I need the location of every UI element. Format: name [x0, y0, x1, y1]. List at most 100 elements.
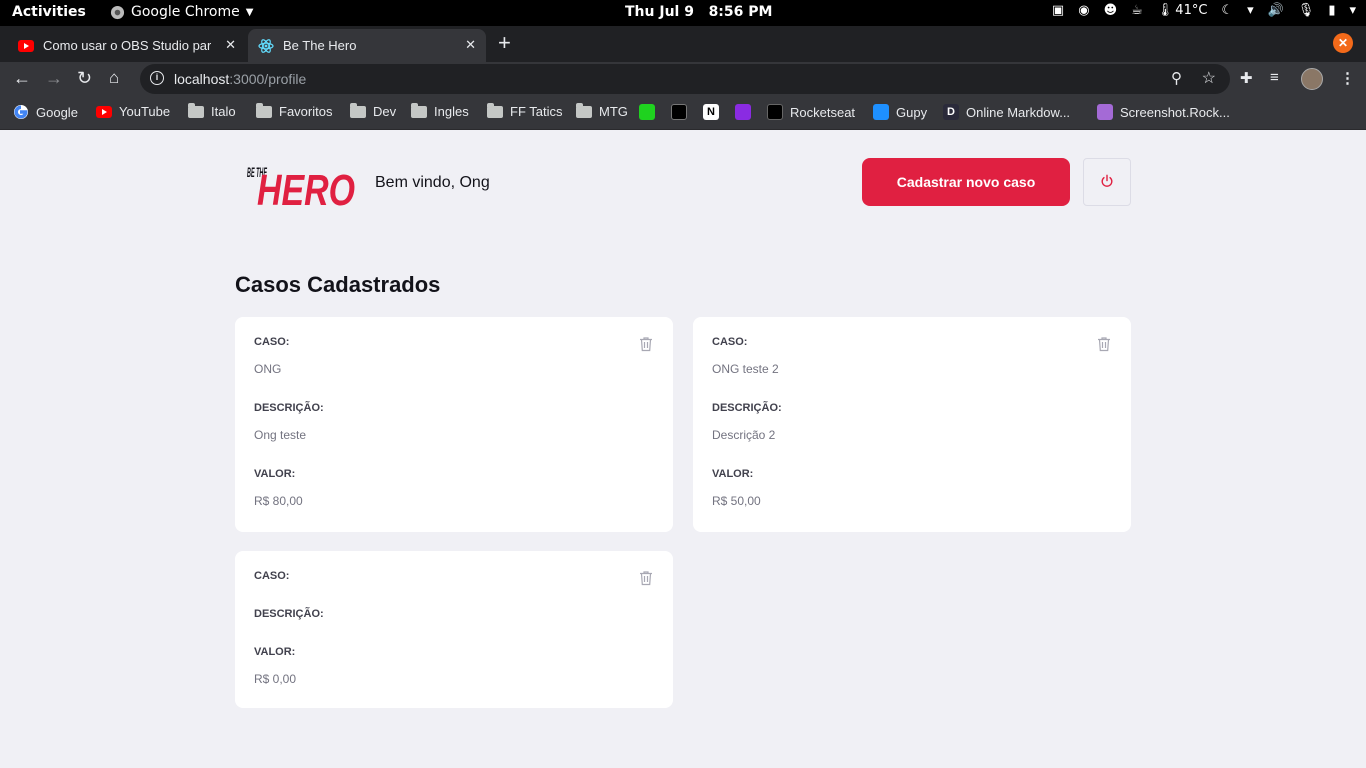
purple-app-icon	[735, 104, 751, 120]
bookmark-gupy[interactable]: Gupy	[873, 104, 927, 120]
app-page: BE THE HERO Bem vindo, Ong Cadastrar nov…	[0, 131, 1366, 768]
forward-button[interactable]: →	[45, 68, 63, 89]
value-label: VALOR:	[712, 468, 754, 480]
microphone-icon[interactable]: 🎙	[1298, 3, 1315, 18]
new-tab-button[interactable]: +	[498, 30, 511, 56]
bookmark-terminal[interactable]	[671, 104, 687, 120]
case-description: Ong teste	[254, 428, 307, 442]
bookmark-rocketseat[interactable]: Rocketseat	[767, 104, 855, 120]
window-close-button[interactable]: ✕	[1333, 33, 1353, 53]
page-title: Casos Cadastrados	[235, 272, 441, 297]
home-button[interactable]: ⌂	[109, 68, 119, 88]
value-label: VALOR:	[254, 468, 296, 480]
url-text[interactable]: localhost:3000/profile	[174, 71, 306, 87]
case-card: CASO: ONG DESCRIÇÃO: Ong teste VALOR: R$…	[235, 317, 673, 532]
site-info-icon[interactable]: i	[150, 71, 164, 85]
bookmark-label: Italo	[211, 104, 236, 119]
bookmark-google[interactable]: Google	[13, 104, 78, 120]
case-description: Descrição 2	[712, 428, 776, 442]
bookmark-folder-mtg[interactable]: MTG	[576, 102, 628, 119]
be-the-hero-logo: BE THE HERO	[247, 164, 355, 211]
menu-icon[interactable]: ⋮	[1340, 69, 1355, 87]
case-card: CASO: ONG teste 2 DESCRIÇÃO: Descrição 2…	[693, 317, 1131, 532]
extensions-icon[interactable]: ✚	[1240, 69, 1253, 87]
bookmark-folder-ff-tatics[interactable]: FF Tatics	[487, 102, 563, 119]
folder-icon	[487, 102, 503, 118]
reload-button[interactable]: ↻	[77, 68, 92, 89]
app-menu[interactable]: Google Chrome ▼	[110, 4, 253, 20]
new-case-button[interactable]: Cadastrar novo caso	[862, 158, 1070, 206]
tab-be-the-hero[interactable]: Be The Hero ✕	[248, 29, 486, 62]
bookmark-label: Gupy	[896, 104, 928, 120]
bookmark-folder-dev[interactable]: Dev	[350, 102, 397, 119]
power-menu-icon[interactable]: ▾	[1349, 3, 1356, 18]
back-button[interactable]: ←	[13, 68, 31, 89]
screen-share-icon[interactable]: ▣	[1052, 3, 1064, 18]
volume-icon[interactable]: 🔊	[1268, 3, 1284, 18]
logout-button[interactable]	[1083, 158, 1131, 206]
close-icon[interactable]: ✕	[465, 37, 476, 53]
terminal-icon	[671, 104, 687, 120]
trash-icon[interactable]	[639, 570, 653, 586]
trash-icon[interactable]	[639, 336, 653, 352]
tab-obs-video[interactable]: Como usar o OBS Studio para ✕	[8, 29, 246, 62]
case-card: CASO: DESCRIÇÃO: VALOR: R$ 0,00	[235, 551, 673, 708]
steam-icon[interactable]: ◉	[1078, 3, 1089, 18]
folder-icon	[576, 102, 592, 118]
folder-icon	[188, 102, 204, 118]
youtube-icon	[18, 39, 34, 52]
bookmark-label: Dev	[373, 104, 397, 119]
markdown-icon: D	[943, 104, 959, 120]
bookmark-folder-italo[interactable]: Italo	[188, 102, 236, 119]
bookmark-purple-app[interactable]	[735, 104, 751, 120]
system-tray[interactable]: ▣ ◉ ☻ ☕ 🌡 41°C ☾ ▾ 🔊 🎙 ▮ ▾	[1052, 3, 1356, 18]
caffeine-icon[interactable]: ☕	[1131, 3, 1143, 18]
discord-icon[interactable]: ☻	[1104, 3, 1118, 18]
gupy-icon	[873, 104, 889, 120]
url-path: :3000/profile	[229, 71, 307, 87]
bookmark-folder-favoritos[interactable]: Favoritos	[256, 102, 333, 119]
bookmark-folder-ingles[interactable]: Ingles	[411, 102, 469, 119]
description-label: DESCRIÇÃO:	[254, 402, 324, 414]
browser-toolbar: ← → ↻ ⌂ i localhost:3000/profile ⚲ ☆ ✚ ≡…	[0, 62, 1366, 96]
battery-icon[interactable]: ▮	[1328, 3, 1335, 18]
bookmark-youtube[interactable]: YouTube	[96, 104, 170, 119]
bookmark-label: YouTube	[119, 104, 171, 119]
power-icon	[1101, 174, 1113, 187]
system-top-bar: Activities Google Chrome ▼ Thu Jul 9 8:5…	[0, 0, 1366, 26]
welcome-message: Bem vindo, Ong	[375, 174, 490, 191]
folder-icon	[411, 102, 427, 118]
bookmark-label: Favoritos	[279, 104, 333, 119]
wifi-icon[interactable]: ▾	[1247, 3, 1254, 18]
bookmark-green-app[interactable]	[639, 104, 655, 120]
url-host: localhost	[174, 71, 230, 87]
bookmark-label: Ingles	[434, 104, 469, 119]
address-bar[interactable]: i localhost:3000/profile ⚲ ☆	[140, 64, 1230, 94]
bookmark-markdown[interactable]: D Online Markdow...	[943, 104, 1070, 120]
activities-button[interactable]: Activities	[12, 4, 86, 20]
case-label: CASO:	[254, 336, 290, 348]
app-menu-label: Google Chrome	[131, 4, 240, 20]
folder-icon	[350, 102, 366, 118]
clock[interactable]: Thu Jul 9 8:56 PM	[625, 4, 772, 20]
profile-avatar[interactable]	[1301, 68, 1323, 90]
bookmark-label: Google	[36, 104, 78, 120]
bookmark-notion[interactable]: N	[703, 104, 719, 120]
chevron-down-icon: ▼	[245, 6, 254, 18]
media-control-icon[interactable]: ≡	[1270, 69, 1279, 86]
tab-title: Como usar o OBS Studio para	[43, 38, 211, 53]
close-icon[interactable]: ✕	[225, 37, 236, 53]
night-light-icon[interactable]: ☾	[1221, 3, 1233, 18]
trash-icon[interactable]	[1097, 336, 1111, 352]
tab-title: Be The Hero	[283, 38, 357, 53]
bookmark-screenshot-rocks[interactable]: Screenshot.Rock...	[1097, 104, 1230, 120]
zoom-icon[interactable]: ⚲	[1171, 69, 1182, 87]
bookmark-star-icon[interactable]: ☆	[1202, 68, 1216, 88]
youtube-icon	[96, 105, 112, 118]
rocketseat-icon	[767, 104, 783, 120]
bookmarks-bar: Google YouTube Italo Favoritos Dev Ingle…	[0, 96, 1366, 130]
value-label: VALOR:	[254, 646, 296, 658]
bookmark-label: Screenshot.Rock...	[1120, 104, 1230, 120]
case-title: ONG teste 2	[712, 362, 779, 376]
green-app-icon	[639, 104, 655, 120]
